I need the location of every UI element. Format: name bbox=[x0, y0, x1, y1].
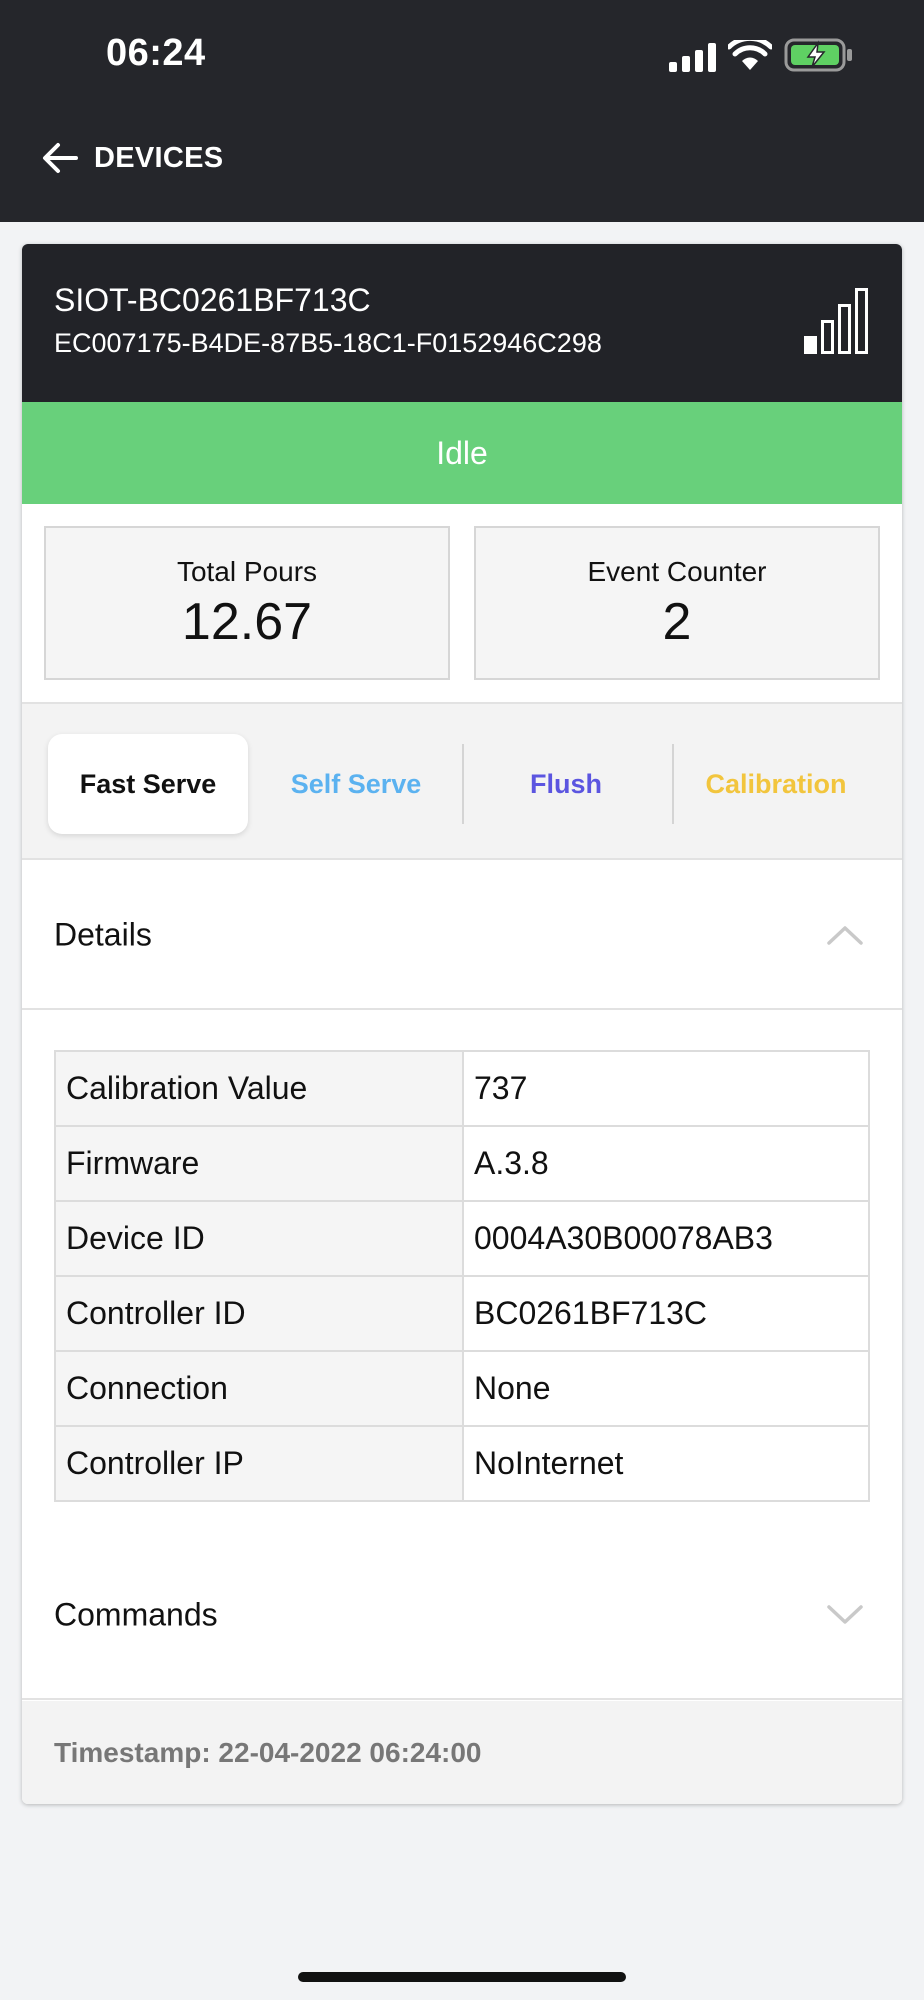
battery-charging-icon bbox=[784, 38, 852, 72]
stats-row: Total Pours 12.67 Event Counter 2 bbox=[22, 504, 902, 704]
table-row: Controller ID BC0261BF713C bbox=[54, 1275, 870, 1352]
tab-calibration[interactable]: Calibration bbox=[676, 734, 876, 834]
table-row: Controller IP NoInternet bbox=[54, 1425, 870, 1502]
detail-key: Device ID bbox=[54, 1200, 464, 1277]
detail-key: Firmware bbox=[54, 1125, 464, 1202]
tab-fast-serve[interactable]: Fast Serve bbox=[48, 734, 248, 834]
app-header: 06:24 DEVICES bbox=[0, 0, 924, 222]
detail-key: Calibration Value bbox=[54, 1050, 464, 1127]
status-time: 06:24 bbox=[106, 32, 206, 74]
status-icons bbox=[669, 36, 854, 72]
tab-self-serve[interactable]: Self Serve bbox=[256, 734, 456, 834]
detail-value: A.3.8 bbox=[462, 1125, 870, 1202]
commands-title: Commands bbox=[54, 1596, 218, 1633]
table-row: Connection None bbox=[54, 1350, 870, 1427]
total-pours-label: Total Pours bbox=[176, 556, 318, 587]
chevron-up-icon bbox=[827, 926, 863, 945]
device-header: SIOT-BC0261BF713C EC007175-B4DE-87B5-18C… bbox=[22, 244, 902, 402]
device-name: SIOT-BC0261BF713C bbox=[54, 282, 371, 318]
detail-value: BC0261BF713C bbox=[462, 1275, 870, 1352]
detail-key: Connection bbox=[54, 1350, 464, 1427]
total-pours-value: 12.67 bbox=[181, 593, 313, 651]
event-counter-box: Event Counter 2 bbox=[474, 526, 880, 680]
device-card: SIOT-BC0261BF713C EC007175-B4DE-87B5-18C… bbox=[22, 244, 902, 1804]
detail-value: None bbox=[462, 1350, 870, 1427]
event-counter-value: 2 bbox=[662, 593, 692, 651]
detail-value: NoInternet bbox=[462, 1425, 870, 1502]
detail-key: Controller ID bbox=[54, 1275, 464, 1352]
chevron-down-icon bbox=[827, 1605, 863, 1624]
details-table: Calibration Value 737 Firmware A.3.8 Dev… bbox=[54, 1050, 870, 1502]
arrow-left-icon bbox=[43, 143, 78, 173]
details-title: Details bbox=[54, 916, 152, 953]
total-pours-box: Total Pours 12.67 bbox=[44, 526, 450, 680]
tab-flush[interactable]: Flush bbox=[466, 734, 666, 834]
timestamp: Timestamp: 22-04-2022 06:24:00 bbox=[54, 1736, 482, 1768]
table-row: Device ID 0004A30B00078AB3 bbox=[54, 1200, 870, 1277]
detail-value: 737 bbox=[462, 1050, 870, 1127]
home-indicator[interactable] bbox=[298, 1972, 626, 1982]
status-badge: Idle bbox=[22, 402, 902, 504]
detail-value: 0004A30B00078AB3 bbox=[462, 1200, 870, 1277]
back-button[interactable]: DEVICES bbox=[40, 138, 223, 178]
details-section-header[interactable]: Details bbox=[22, 862, 902, 1010]
event-counter-label: Event Counter bbox=[587, 556, 767, 587]
card-footer: Timestamp: 22-04-2022 06:24:00 bbox=[22, 1701, 902, 1804]
wifi-icon bbox=[728, 40, 772, 70]
back-label: DEVICES bbox=[94, 141, 224, 174]
table-row: Calibration Value 737 bbox=[54, 1050, 870, 1127]
cellular-signal-icon bbox=[669, 42, 716, 72]
detail-key: Controller IP bbox=[54, 1425, 464, 1502]
device-uuid: EC007175-B4DE-87B5-18C1-F0152946C298 bbox=[54, 328, 602, 358]
mode-tabs: Fast Serve Self Serve Flush Calibration bbox=[22, 704, 902, 860]
commands-section-header[interactable]: Commands bbox=[22, 1532, 902, 1700]
signal-strength-icon bbox=[804, 284, 868, 354]
tab-divider bbox=[462, 744, 464, 824]
tab-divider bbox=[672, 744, 674, 824]
table-row: Firmware A.3.8 bbox=[54, 1125, 870, 1202]
